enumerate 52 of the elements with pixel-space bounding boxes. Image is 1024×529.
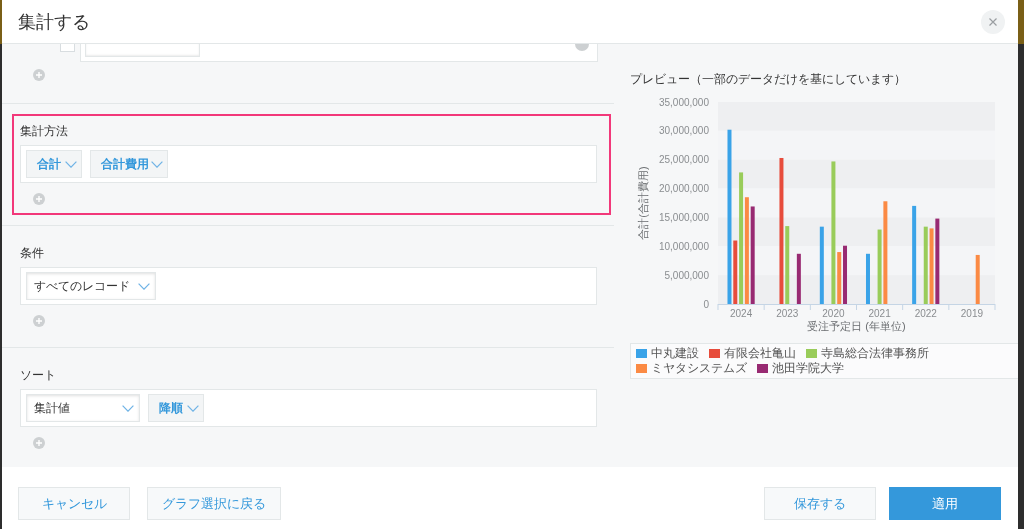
section-label: 条件 (20, 246, 45, 260)
chart-bar (866, 253, 870, 304)
select-field[interactable]: 集計値 (26, 394, 140, 422)
x-tick-label: 2024 (729, 308, 753, 319)
dropdown-button[interactable]: 合計費用 (90, 150, 168, 178)
chevron-down-icon (122, 404, 134, 412)
apply-button[interactable]: 適用 (889, 487, 1001, 520)
add-icon[interactable] (33, 315, 45, 327)
legend-label: 有限会社亀山 (724, 346, 796, 361)
add-icon[interactable] (33, 437, 45, 449)
section-label: ソート (20, 368, 57, 382)
chart-bar (975, 254, 980, 304)
add-icon[interactable] (33, 69, 45, 81)
remove-icon[interactable] (575, 44, 589, 51)
y-tick-label: 20,000,000 (658, 183, 709, 195)
chevron-down-icon (138, 282, 150, 290)
close-icon (989, 17, 997, 26)
x-tick-label: 2019 (960, 308, 984, 319)
x-tick-label: 2023 (776, 308, 799, 319)
y-tick-label: 30,000,000 (658, 125, 709, 137)
dropdown-button[interactable]: 降順 (148, 394, 204, 422)
dialog-title: 集計する (18, 9, 90, 34)
chart-bar (796, 253, 801, 304)
legend-label: 中丸建設 (651, 346, 699, 361)
x-axis-title: 受注予定日 (年単位) (807, 320, 906, 332)
chevron-down-icon (65, 160, 77, 168)
chevron-down-icon (187, 404, 199, 412)
chevron-down-icon (151, 160, 163, 168)
x-tick-label: 2021 (868, 308, 891, 319)
close-button[interactable] (981, 9, 1005, 34)
legend-label: ミヤタシステムズ (651, 361, 747, 376)
select-field[interactable] (85, 44, 200, 57)
y-axis-title: 合計(合計費用) (637, 166, 649, 240)
legend-label: 寺島総合法律事務所 (821, 346, 929, 361)
y-tick-label: 0 (703, 298, 709, 310)
footer-button[interactable]: 保存する (764, 487, 876, 520)
y-tick-label: 15,000,000 (658, 211, 709, 223)
x-tick-label: 2022 (914, 308, 937, 319)
section-label: 集計方法 (20, 124, 69, 138)
preview-title: プレビュー（一部のデータだけを基にしています） (630, 72, 907, 86)
small-select-field[interactable] (60, 44, 75, 52)
y-tick-label: 35,000,000 (658, 96, 709, 108)
y-tick-label: 25,000,000 (658, 154, 709, 166)
y-tick-label: 10,000,000 (658, 240, 709, 252)
legend-label: 池田学院大学 (772, 361, 844, 376)
x-tick-label: 2020 (822, 308, 845, 319)
y-tick-label: 5,000,000 (664, 269, 709, 281)
add-icon[interactable] (33, 193, 45, 205)
select-field[interactable]: すべてのレコード (26, 272, 156, 300)
footer-button[interactable]: キャンセル (18, 487, 130, 520)
footer-button[interactable]: グラフ選択に戻る (147, 487, 281, 520)
dropdown-button[interactable]: 合計 (26, 150, 82, 178)
